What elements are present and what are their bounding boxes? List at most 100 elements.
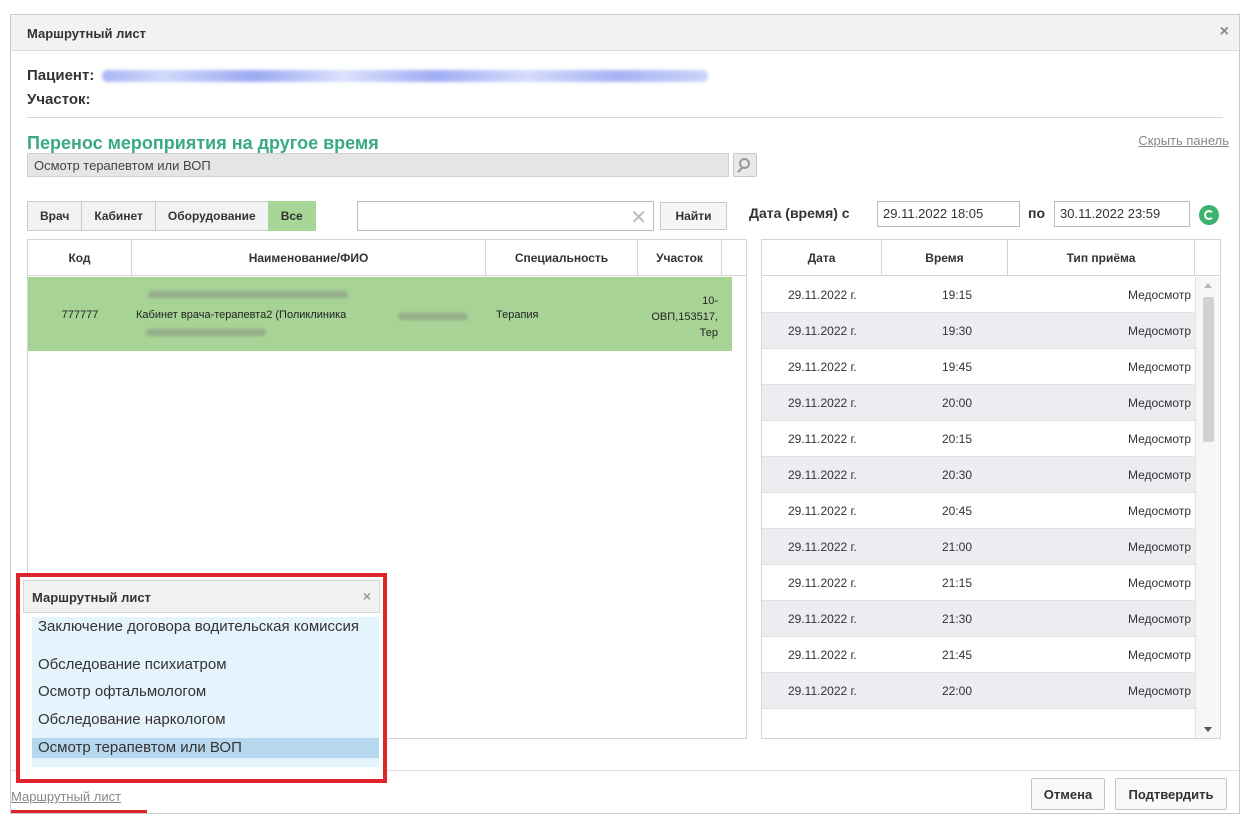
filter-room-button[interactable]: Кабинет [81, 201, 156, 231]
slot-type: Медосмотр [1127, 540, 1191, 554]
slot-type: Медосмотр [1127, 612, 1191, 626]
find-button[interactable]: Найти [660, 202, 727, 230]
route-sheet-link[interactable]: Маршрутный лист [11, 789, 121, 804]
event-field[interactable]: Осмотр терапевтом или ВОП [27, 153, 729, 177]
popup-item[interactable]: Обследование наркологом [32, 710, 379, 730]
filter-all-button[interactable]: Все [267, 201, 316, 231]
row-district: 10- ОВП,153517, Тер [651, 295, 718, 339]
clear-icon[interactable]: ✕ [630, 205, 647, 230]
slots-table-header: Дата Время Тип приёма [762, 240, 1220, 276]
close-icon[interactable]: × [363, 588, 371, 604]
slot-date: 29.11.2022 г. [788, 396, 857, 410]
slot-date: 29.11.2022 г. [788, 432, 857, 446]
column-header-specialty[interactable]: Специальность [486, 240, 638, 276]
patient-name-redacted [102, 70, 709, 83]
popup-list: Заключение договора водительская комисси… [32, 617, 379, 767]
slot-type: Медосмотр [1127, 576, 1191, 590]
dialog-titlebar: Маршрутный лист × [11, 15, 1239, 51]
date-from-input[interactable]: 29.11.2022 18:05 [877, 201, 1020, 227]
row-code: 777777 [61, 309, 99, 321]
slot-type: Медосмотр [1127, 324, 1191, 338]
slot-row[interactable]: 29.11.2022 г. 19:45 Медосмотр [762, 349, 1195, 385]
slot-type: Медосмотр [1127, 504, 1191, 518]
column-header-district[interactable]: Участок [638, 240, 722, 276]
refresh-icon[interactable] [1199, 205, 1219, 225]
close-icon[interactable]: × [1220, 23, 1229, 41]
slot-row[interactable]: 29.11.2022 г. 20:45 Медосмотр [762, 493, 1195, 529]
slot-type: Медосмотр [1127, 684, 1191, 698]
slot-row[interactable]: 29.11.2022 г. 19:30 Медосмотр [762, 313, 1195, 349]
popup-item[interactable]: Заключение договора водительская комисси… [32, 619, 379, 648]
slot-date: 29.11.2022 г. [788, 324, 857, 338]
cancel-button[interactable]: Отмена [1031, 778, 1105, 810]
slot-time: 19:30 [941, 324, 972, 338]
slot-date: 29.11.2022 г. [788, 468, 857, 482]
redacted-text [398, 313, 468, 320]
date-from-label: Дата (время) с [749, 205, 850, 221]
slot-time: 21:30 [941, 612, 972, 626]
popup-header: Маршрутный лист × [23, 580, 380, 613]
slot-time: 20:30 [941, 468, 972, 482]
slot-row[interactable]: 29.11.2022 г. 20:15 Медосмотр [762, 421, 1195, 457]
slot-type: Медосмотр [1127, 468, 1191, 482]
slot-time: 19:45 [941, 360, 972, 374]
slot-date: 29.11.2022 г. [788, 288, 857, 302]
row-name: Кабинет врача-терапевта2 (Поликлиника [136, 309, 347, 321]
column-header-time[interactable]: Время [882, 240, 1008, 276]
date-to-label: по [1028, 205, 1046, 221]
slot-time: 19:15 [941, 288, 972, 302]
scroll-up-icon[interactable] [1204, 283, 1212, 288]
slot-row[interactable]: 29.11.2022 г. 20:00 Медосмотр [762, 385, 1195, 421]
slot-date: 29.11.2022 г. [788, 612, 857, 626]
slot-time: 20:15 [941, 432, 972, 446]
slot-date: 29.11.2022 г. [788, 576, 857, 590]
column-header-name[interactable]: Наименование/ФИО [132, 240, 486, 276]
section-title: Перенос мероприятия на другое время [27, 133, 379, 153]
highlight-underline [11, 810, 147, 813]
table-row[interactable]: 777777 Кабинет врача-терапевта2 (Поликли… [28, 277, 732, 351]
slot-row[interactable]: 29.11.2022 г. 21:45 Медосмотр [762, 637, 1195, 673]
slot-row[interactable]: 29.11.2022 г. 20:30 Медосмотр [762, 457, 1195, 493]
filter-equipment-button[interactable]: Оборудование [154, 201, 269, 231]
column-header-code[interactable]: Код [28, 240, 132, 276]
slot-type: Медосмотр [1127, 288, 1191, 302]
slot-time: 21:00 [941, 540, 972, 554]
scroll-down-icon[interactable] [1204, 727, 1212, 732]
dialog-title: Маршрутный лист [27, 26, 146, 41]
resource-table-header: Код Наименование/ФИО Специальность Участ… [28, 240, 746, 276]
popup-item[interactable]: Обследование психиатром [32, 655, 379, 675]
confirm-button[interactable]: Подтвердить [1115, 778, 1227, 810]
resource-search-input[interactable]: ✕ [357, 201, 654, 231]
search-icon[interactable] [733, 153, 757, 177]
slot-date: 29.11.2022 г. [788, 360, 857, 374]
popup-item[interactable]: Осмотр офтальмологом [32, 682, 379, 702]
slot-type: Медосмотр [1127, 360, 1191, 374]
slot-type: Медосмотр [1127, 648, 1191, 662]
slot-row[interactable]: 29.11.2022 г. 21:00 Медосмотр [762, 529, 1195, 565]
scroll-thumb[interactable] [1203, 297, 1214, 442]
slot-date: 29.11.2022 г. [788, 684, 857, 698]
filter-doctor-button[interactable]: Врач [27, 201, 83, 231]
slot-time: 21:45 [941, 648, 972, 662]
slot-time: 22:00 [941, 684, 972, 698]
slot-row[interactable]: 29.11.2022 г. 19:15 Медосмотр [762, 277, 1195, 313]
column-header-type[interactable]: Тип приёма [1008, 240, 1195, 276]
slot-row[interactable]: 29.11.2022 г. 21:15 Медосмотр [762, 565, 1195, 601]
hide-panel-link[interactable]: Скрыть панель [1138, 133, 1229, 148]
patient-row: Пациент: [27, 67, 709, 84]
slot-row[interactable]: 29.11.2022 г. 22:00 Медосмотр [762, 673, 1195, 709]
slot-time: 21:15 [941, 576, 972, 590]
slots-scrollbar[interactable] [1195, 277, 1220, 738]
slot-date: 29.11.2022 г. [788, 648, 857, 662]
route-sheet-popup: Маршрутный лист × Заключение договора во… [16, 573, 387, 783]
slots-table: Дата Время Тип приёма 29.11.2022 г. 19:15… [761, 239, 1221, 739]
divider [27, 117, 1223, 118]
resource-filter-group: Врач Кабинет Оборудование Все [27, 201, 316, 231]
route-sheet-dialog: Маршрутный лист × Пациент: Участок: Пере… [10, 14, 1240, 814]
slot-date: 29.11.2022 г. [788, 504, 857, 518]
date-to-input[interactable]: 30.11.2022 23:59 [1054, 201, 1190, 227]
popup-item-selected[interactable]: Осмотр терапевтом или ВОП [32, 738, 379, 758]
row-specialty: Терапия [496, 309, 539, 321]
column-header-date[interactable]: Дата [762, 240, 882, 276]
slot-row[interactable]: 29.11.2022 г. 21:30 Медосмотр [762, 601, 1195, 637]
